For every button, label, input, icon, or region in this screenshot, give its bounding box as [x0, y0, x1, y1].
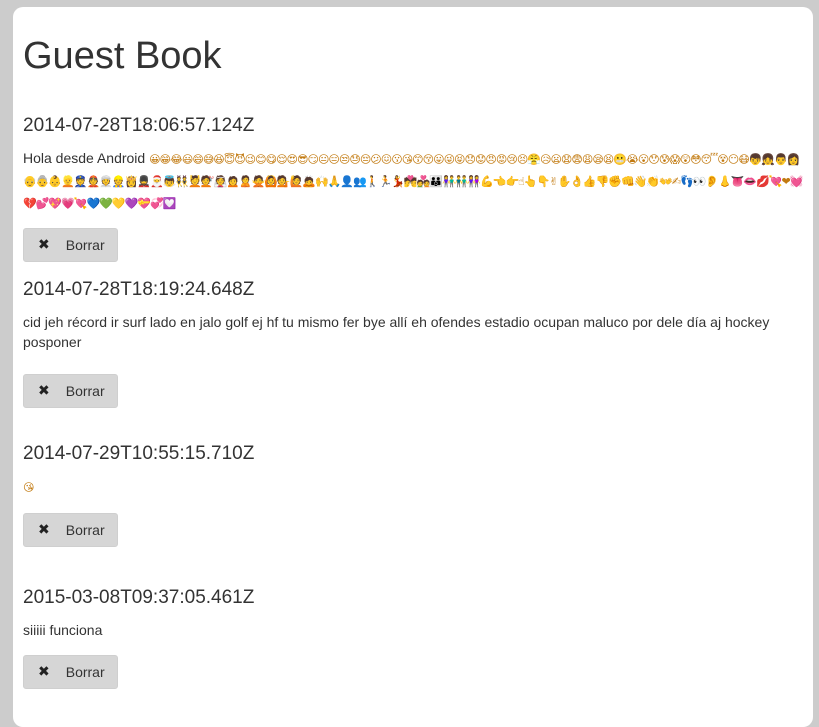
guestbook-entry: 2014-07-28T18:06:57.124Z Hola desde Andr… — [23, 114, 803, 262]
delete-button[interactable]: ✖ Borrar — [23, 655, 118, 689]
close-icon: ✖ — [38, 522, 50, 538]
delete-button-label: Borrar — [65, 237, 105, 253]
delete-button[interactable]: ✖ Borrar — [23, 513, 118, 547]
guestbook-card: Guest Book 2014-07-28T18:06:57.124Z Hola… — [13, 7, 813, 727]
entry-message-text: Hola desde Android — [23, 150, 146, 166]
guestbook-entry: 2015-03-08T09:37:05.461Z siiiii funciona… — [23, 586, 803, 689]
entry-message-text: siiiii funciona — [23, 622, 103, 638]
page-title: Guest Book — [23, 35, 222, 77]
entry-message: siiiii funciona — [23, 620, 803, 640]
entry-timestamp: 2014-07-28T18:06:57.124Z — [23, 115, 255, 136]
delete-button-label: Borrar — [65, 522, 105, 538]
entry-timestamp: 2014-07-28T18:19:24.648Z — [23, 279, 255, 300]
entry-timestamp: 2014-07-29T10:55:15.710Z — [23, 443, 255, 464]
guestbook-entry: 2014-07-29T10:55:15.710Z 😘 ✖ Borrar — [23, 442, 803, 547]
close-icon: ✖ — [38, 664, 50, 680]
delete-button-label: Borrar — [65, 664, 105, 680]
entry-message: Hola desde Android 😀😁😂😃😄😅😆😇😈😉😊😋😌😍😎😏😐😑😒😓😔… — [23, 148, 803, 214]
delete-button[interactable]: ✖ Borrar — [23, 374, 118, 408]
close-icon: ✖ — [38, 383, 50, 399]
delete-button[interactable]: ✖ Borrar — [23, 228, 118, 262]
entry-emoji-text: 😘 — [23, 481, 35, 494]
entry-message-text: cid jeh récord ir surf lado en jalo golf… — [23, 314, 770, 350]
guestbook-entry: 2014-07-28T18:19:24.648Z cid jeh récord … — [23, 278, 803, 408]
delete-button-label: Borrar — [65, 383, 105, 399]
entry-message: 😘 — [23, 476, 803, 498]
entry-timestamp: 2015-03-08T09:37:05.461Z — [23, 587, 255, 608]
entry-message: cid jeh récord ir surf lado en jalo golf… — [23, 312, 803, 352]
close-icon: ✖ — [38, 237, 50, 253]
